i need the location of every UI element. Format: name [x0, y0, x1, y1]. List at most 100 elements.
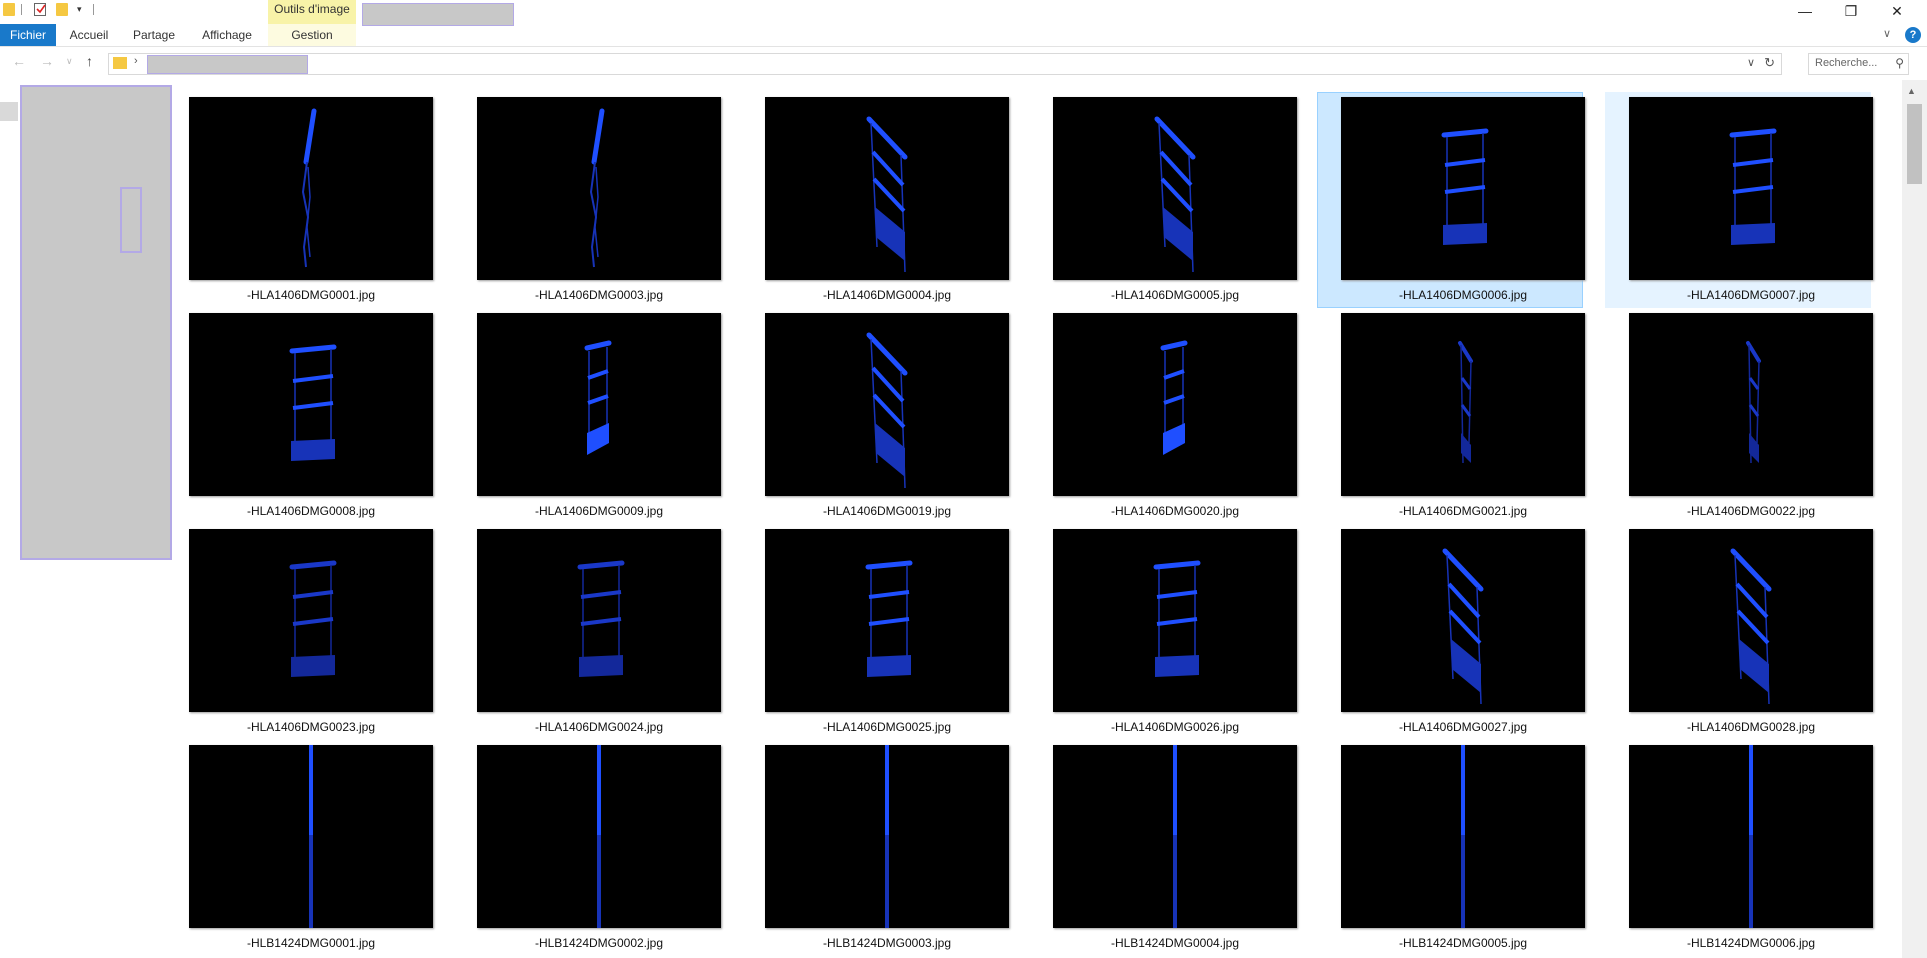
- file-thumbnail[interactable]: [1629, 313, 1873, 496]
- file-tile[interactable]: -HLA1406DMG0025.jpg: [741, 524, 1009, 740]
- file-thumbnail[interactable]: [1341, 97, 1585, 280]
- expand-ribbon-icon[interactable]: ∨: [1883, 27, 1891, 40]
- file-thumbnail[interactable]: [765, 313, 1009, 496]
- file-name[interactable]: -HLA1406DMG0004.jpg: [742, 288, 1032, 302]
- refresh-icon[interactable]: ↻: [1764, 55, 1775, 71]
- back-arrow-icon[interactable]: ←: [12, 53, 26, 69]
- file-tile[interactable]: -HLA1406DMG0006.jpg: [1317, 92, 1585, 308]
- file-thumbnail[interactable]: [1629, 745, 1873, 928]
- search-icon[interactable]: ⚲: [1895, 56, 1904, 70]
- forward-arrow-icon[interactable]: →: [40, 53, 54, 69]
- file-name[interactable]: -HLB1424DMG0004.jpg: [1030, 936, 1320, 950]
- minimize-icon[interactable]: —: [1782, 0, 1828, 22]
- file-name[interactable]: -HLB1424DMG0005.jpg: [1318, 936, 1608, 950]
- file-name[interactable]: -HLA1406DMG0003.jpg: [454, 288, 744, 302]
- file-thumbnail[interactable]: [1341, 529, 1585, 712]
- file-thumbnail[interactable]: [1629, 97, 1873, 280]
- navigation-tree-redacted[interactable]: [20, 85, 172, 560]
- file-thumbnail[interactable]: [765, 529, 1009, 712]
- file-tile[interactable]: -HLB1424DMG0005.jpg: [1317, 740, 1585, 956]
- scrollbar-thumb[interactable]: [1907, 104, 1922, 184]
- file-thumbnail[interactable]: [189, 745, 433, 928]
- file-name[interactable]: -HLB1424DMG0001.jpg: [166, 936, 456, 950]
- file-name[interactable]: -HLB1424DMG0002.jpg: [454, 936, 744, 950]
- file-thumbnail[interactable]: [1629, 529, 1873, 712]
- file-name[interactable]: -HLA1406DMG0026.jpg: [1030, 720, 1320, 734]
- file-tile[interactable]: -HLA1406DMG0007.jpg: [1605, 92, 1873, 308]
- file-name[interactable]: -HLA1406DMG0019.jpg: [742, 504, 1032, 518]
- file-thumbnail[interactable]: [189, 313, 433, 496]
- file-tile[interactable]: -HLA1406DMG0003.jpg: [453, 92, 721, 308]
- file-tile[interactable]: -HLA1406DMG0022.jpg: [1605, 308, 1873, 524]
- file-tile[interactable]: -HLA1406DMG0009.jpg: [453, 308, 721, 524]
- file-tile[interactable]: -HLA1406DMG0027.jpg: [1317, 524, 1585, 740]
- file-thumbnail[interactable]: [1341, 745, 1585, 928]
- file-name[interactable]: -HLA1406DMG0027.jpg: [1318, 720, 1608, 734]
- search-input[interactable]: Recherche...: [1815, 57, 1877, 69]
- file-thumbnail[interactable]: [765, 97, 1009, 280]
- file-name[interactable]: -HLA1406DMG0022.jpg: [1606, 504, 1896, 518]
- tab-fichier[interactable]: Fichier: [0, 24, 56, 46]
- file-tile[interactable]: -HLB1424DMG0001.jpg: [165, 740, 433, 956]
- file-thumbnail[interactable]: [1341, 313, 1585, 496]
- file-thumbnail[interactable]: [477, 745, 721, 928]
- file-name[interactable]: -HLA1406DMG0006.jpg: [1318, 288, 1608, 302]
- file-tile[interactable]: -HLB1424DMG0006.jpg: [1605, 740, 1873, 956]
- file-thumbnail[interactable]: [477, 529, 721, 712]
- properties-icon[interactable]: [34, 3, 46, 16]
- file-thumbnail[interactable]: [1053, 97, 1297, 280]
- file-name[interactable]: -HLA1406DMG0005.jpg: [1030, 288, 1320, 302]
- file-tile[interactable]: -HLB1424DMG0004.jpg: [1029, 740, 1297, 956]
- restore-icon[interactable]: ❐: [1828, 0, 1874, 22]
- close-icon[interactable]: ✕: [1874, 0, 1920, 22]
- file-name[interactable]: -HLA1406DMG0025.jpg: [742, 720, 1032, 734]
- file-tile[interactable]: -HLA1406DMG0008.jpg: [165, 308, 433, 524]
- vertical-scrollbar[interactable]: ▲: [1902, 80, 1927, 958]
- file-tile[interactable]: -HLA1406DMG0019.jpg: [741, 308, 1009, 524]
- folder-icon[interactable]: [3, 3, 15, 16]
- file-name[interactable]: -HLB1424DMG0006.jpg: [1606, 936, 1896, 950]
- file-tile[interactable]: -HLB1424DMG0003.jpg: [741, 740, 1009, 956]
- file-tile[interactable]: -HLA1406DMG0024.jpg: [453, 524, 721, 740]
- file-name[interactable]: -HLA1406DMG0020.jpg: [1030, 504, 1320, 518]
- file-name[interactable]: -HLA1406DMG0028.jpg: [1606, 720, 1896, 734]
- customize-toolbar-icon[interactable]: ▾: [77, 4, 82, 15]
- file-thumbnail[interactable]: [1053, 529, 1297, 712]
- file-tile[interactable]: -HLB1424DMG0002.jpg: [453, 740, 721, 956]
- recent-locations-icon[interactable]: ∨: [66, 56, 73, 67]
- file-thumbnail[interactable]: [1053, 745, 1297, 928]
- file-tile[interactable]: -HLA1406DMG0004.jpg: [741, 92, 1009, 308]
- address-bar[interactable]: › ∨ ↻: [108, 53, 1782, 75]
- tab-gestion[interactable]: Gestion: [268, 24, 356, 46]
- file-thumbnail[interactable]: [189, 97, 433, 280]
- help-icon[interactable]: ?: [1905, 27, 1921, 43]
- file-tile[interactable]: -HLA1406DMG0005.jpg: [1029, 92, 1297, 308]
- file-name[interactable]: -HLA1406DMG0021.jpg: [1318, 504, 1608, 518]
- file-tile[interactable]: -HLA1406DMG0026.jpg: [1029, 524, 1297, 740]
- breadcrumb-chevron-icon[interactable]: ›: [134, 55, 138, 67]
- file-name[interactable]: -HLA1406DMG0024.jpg: [454, 720, 744, 734]
- up-arrow-icon[interactable]: ↑: [86, 53, 93, 69]
- file-name[interactable]: -HLA1406DMG0008.jpg: [166, 504, 456, 518]
- scroll-up-icon[interactable]: ▲: [1907, 86, 1916, 96]
- new-folder-icon[interactable]: [56, 3, 68, 16]
- search-box[interactable]: Recherche... ⚲: [1808, 53, 1909, 75]
- file-name[interactable]: -HLA1406DMG0007.jpg: [1606, 288, 1896, 302]
- file-tile[interactable]: -HLA1406DMG0001.jpg: [165, 92, 433, 308]
- file-tile[interactable]: -HLA1406DMG0020.jpg: [1029, 308, 1297, 524]
- tab-affichage[interactable]: Affichage: [195, 24, 259, 46]
- file-thumbnail[interactable]: [477, 97, 721, 280]
- file-tile[interactable]: -HLA1406DMG0023.jpg: [165, 524, 433, 740]
- file-name[interactable]: -HLA1406DMG0009.jpg: [454, 504, 744, 518]
- file-thumbnail[interactable]: [189, 529, 433, 712]
- file-thumbnail[interactable]: [477, 313, 721, 496]
- file-thumbnail[interactable]: [1053, 313, 1297, 496]
- file-tile[interactable]: -HLA1406DMG0021.jpg: [1317, 308, 1585, 524]
- file-thumbnail[interactable]: [765, 745, 1009, 928]
- address-dropdown-icon[interactable]: ∨: [1747, 56, 1755, 69]
- tab-accueil[interactable]: Accueil: [62, 24, 116, 46]
- tab-partage[interactable]: Partage: [128, 24, 180, 46]
- file-tile[interactable]: -HLA1406DMG0028.jpg: [1605, 524, 1873, 740]
- file-name[interactable]: -HLA1406DMG0023.jpg: [166, 720, 456, 734]
- file-name[interactable]: -HLA1406DMG0001.jpg: [166, 288, 456, 302]
